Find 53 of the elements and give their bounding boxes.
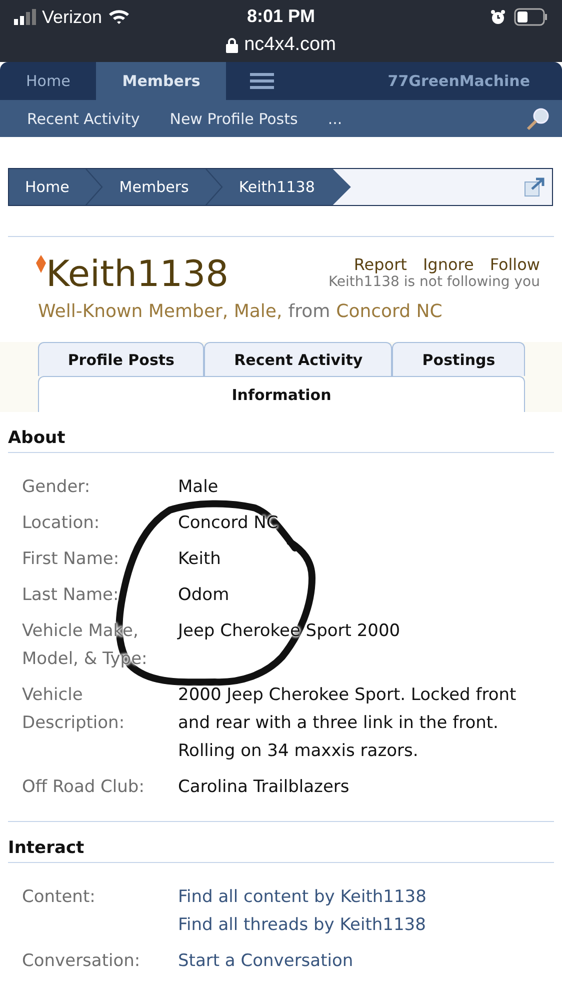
subnav-link[interactable]: Recent Activity bbox=[27, 110, 140, 128]
nav-tab[interactable]: Members bbox=[96, 62, 226, 100]
profile-action-link[interactable]: Report bbox=[354, 255, 407, 274]
menu-icon[interactable] bbox=[250, 73, 274, 89]
field-label: Conversation: bbox=[22, 950, 142, 973]
profile-tab[interactable]: Postings bbox=[392, 342, 525, 376]
profile-link[interactable]: Find all threads by Keith1138 bbox=[178, 911, 426, 939]
nav-tab[interactable]: Home bbox=[0, 62, 96, 100]
diamond-icon bbox=[36, 255, 46, 273]
field-label: Content: bbox=[22, 886, 96, 909]
field-value: Keith bbox=[178, 548, 221, 571]
breadcrumb-link[interactable]: Home bbox=[9, 169, 104, 205]
carrier-name: Verizon bbox=[42, 6, 102, 28]
wifi-icon bbox=[108, 9, 130, 25]
subnav-link[interactable]: New Profile Posts bbox=[170, 110, 298, 128]
user-link[interactable]: 77GreenMachine bbox=[388, 62, 562, 100]
signal-icon bbox=[14, 9, 36, 25]
profile-info-link[interactable]: Concord NC bbox=[336, 301, 442, 322]
field-value: Male bbox=[178, 476, 218, 499]
field-label: Vehicle Description: bbox=[22, 684, 126, 735]
profile-tab[interactable]: Recent Activity bbox=[204, 342, 392, 376]
chevron-icon bbox=[204, 169, 223, 205]
follow-status: Keith1138 is not following you bbox=[328, 274, 540, 290]
page-url: nc4x4.com bbox=[244, 34, 336, 56]
field-value: Odom bbox=[178, 584, 230, 607]
external-link-icon[interactable] bbox=[524, 177, 546, 197]
field-value: 2000 Jeep Cherokee Sport. Locked front and rear with a three link in the front. Rolling on 34 maxxis razors. bbox=[178, 684, 518, 763]
section-heading: Interact bbox=[7, 837, 86, 860]
profile-tab[interactable]: Information bbox=[38, 376, 525, 412]
field-label: Last Name: bbox=[22, 584, 120, 607]
clock-time: 8:01 PM bbox=[246, 6, 316, 27]
subnav-link[interactable]: ... bbox=[328, 110, 342, 128]
search-icon[interactable] bbox=[526, 106, 550, 130]
profile-tab[interactable]: Profile Posts bbox=[38, 342, 204, 376]
alarm-icon bbox=[490, 9, 506, 25]
profile-link[interactable]: Find all content by Keith1138 bbox=[178, 883, 426, 911]
field-label: First Name: bbox=[22, 548, 120, 571]
breadcrumb-link[interactable]: Keith1138 bbox=[222, 169, 351, 205]
section-heading: About bbox=[7, 427, 66, 450]
battery-icon bbox=[514, 8, 548, 26]
field-label: Gender: bbox=[22, 476, 92, 499]
field-value: Carolina Trailblazers bbox=[178, 776, 350, 799]
field-label: Location: bbox=[22, 512, 101, 535]
username: Keith1138 bbox=[46, 255, 229, 295]
breadcrumb-link[interactable]: Members bbox=[103, 169, 223, 205]
profile-action-link[interactable]: Follow bbox=[490, 255, 540, 274]
chevron-icon bbox=[85, 169, 104, 205]
profile-info-text: from bbox=[288, 301, 330, 322]
profile-action-link[interactable]: Ignore bbox=[422, 255, 474, 274]
profile-link[interactable]: Start a Conversation bbox=[178, 947, 354, 975]
lock-icon bbox=[226, 37, 238, 53]
field-label: Off Road Club: bbox=[22, 776, 146, 799]
profile-info-link[interactable]: Well-Known Member, Male, bbox=[38, 301, 282, 322]
